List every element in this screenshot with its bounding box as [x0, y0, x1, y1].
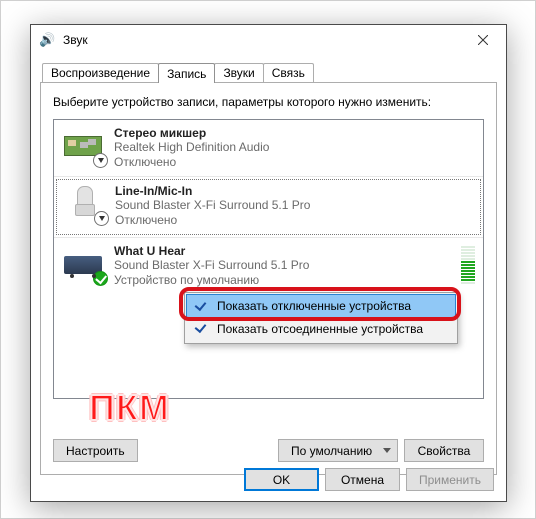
level-meter: [461, 244, 475, 284]
audio-box-icon: [62, 244, 106, 284]
title-bar: Звук: [31, 25, 506, 55]
window-title: Звук: [63, 33, 460, 47]
context-item-show-disconnected[interactable]: Показать отсоединенные устройства: [187, 317, 455, 341]
default-badge-icon: [93, 271, 108, 286]
device-driver: Realtek High Definition Audio: [114, 140, 475, 155]
divider: [54, 176, 483, 177]
device-item-line-in[interactable]: Line-In/Mic-In Sound Blaster X-Fi Surrou…: [56, 179, 481, 235]
context-menu: Показать отключенные устройства Показать…: [184, 292, 458, 344]
context-item-label: Показать отсоединенные устройства: [217, 322, 423, 336]
cancel-button[interactable]: Отмена: [325, 468, 400, 491]
ok-button[interactable]: OK: [244, 468, 319, 491]
apply-button[interactable]: Применить: [406, 468, 494, 491]
default-dropdown-button[interactable]: По умолчанию: [278, 439, 398, 462]
device-name: Стерео микшер: [114, 126, 475, 140]
tab-recording[interactable]: Запись: [158, 63, 215, 83]
close-icon: [478, 35, 488, 45]
device-driver: Sound Blaster X-Fi Surround 5.1 Pro: [115, 198, 474, 213]
check-icon: [194, 321, 210, 337]
device-name: Line-In/Mic-In: [115, 184, 474, 198]
instruction-text: Выберите устройство записи, параметры ко…: [53, 95, 484, 109]
device-status: Отключено: [115, 213, 474, 227]
tab-panel: Выберите устройство записи, параметры ко…: [40, 82, 497, 475]
check-icon: [194, 299, 210, 315]
context-item-show-disabled[interactable]: Показать отключенные устройства: [186, 294, 456, 318]
disabled-badge-icon: [94, 211, 109, 226]
tab-strip: Воспроизведение Запись Звуки Связь: [42, 61, 497, 82]
device-item-what-u-hear[interactable]: What U Hear Sound Blaster X-Fi Surround …: [54, 238, 483, 294]
tab-sounds[interactable]: Звуки: [214, 63, 263, 82]
device-driver: Sound Blaster X-Fi Surround 5.1 Pro: [114, 258, 455, 273]
disabled-badge-icon: [93, 153, 108, 168]
properties-button[interactable]: Свойства: [404, 439, 484, 462]
chevron-down-icon: [383, 448, 391, 453]
soundcard-icon: [62, 126, 106, 166]
device-status: Отключено: [114, 155, 475, 169]
mic-icon: [63, 184, 107, 224]
device-status: Устройство по умолчанию: [114, 273, 455, 287]
close-button[interactable]: [460, 25, 506, 55]
device-name: What U Hear: [114, 244, 455, 258]
sound-dialog: Звук Воспроизведение Запись Звуки Связь …: [30, 24, 507, 502]
device-list[interactable]: Стерео микшер Realtek High Definition Au…: [53, 119, 484, 399]
context-item-label: Показать отключенные устройства: [217, 299, 411, 313]
configure-button[interactable]: Настроить: [53, 439, 138, 462]
sound-icon: [39, 32, 55, 48]
tab-playback[interactable]: Воспроизведение: [42, 63, 159, 82]
default-button-label: По умолчанию: [291, 444, 372, 458]
device-item-stereo-mixer[interactable]: Стерео микшер Realtek High Definition Au…: [54, 120, 483, 176]
tab-communications[interactable]: Связь: [263, 63, 314, 82]
